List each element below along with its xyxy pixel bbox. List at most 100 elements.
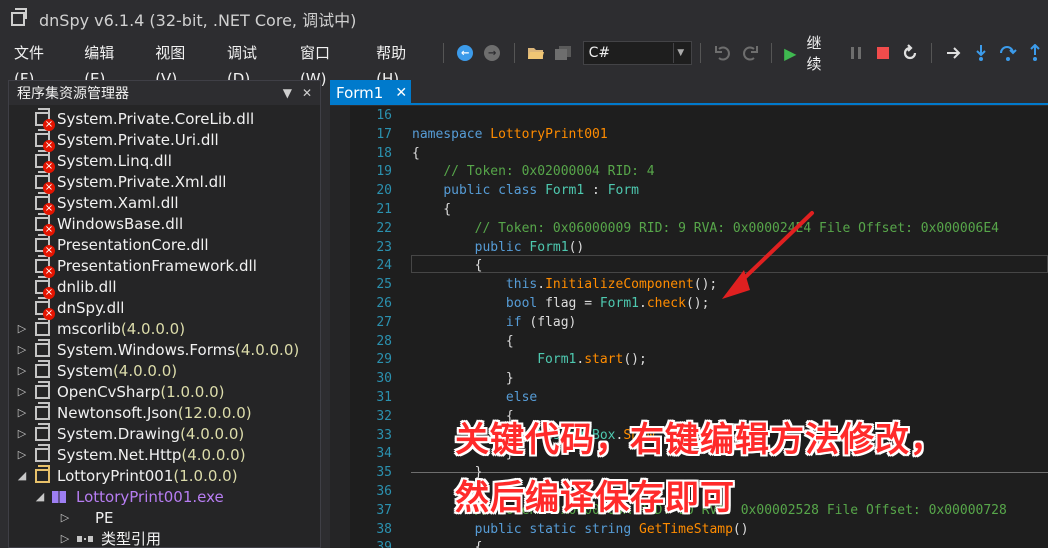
assembly-name: PresentationCore.dll	[57, 235, 209, 254]
menu-edit[interactable]: 编辑(E)	[76, 40, 141, 88]
tree-item[interactable]: ▷ System.Net.Http (4.0.0.0)	[9, 443, 320, 465]
missing-assembly-icon	[35, 254, 55, 278]
tree-item[interactable]: ▷ System.Windows.Forms (4.0.0.0)	[9, 338, 320, 360]
step-over-button[interactable]	[996, 41, 1019, 65]
step-out-button[interactable]	[1023, 41, 1046, 65]
tree-item[interactable]: dnSpy.dll	[9, 296, 320, 320]
caret-right-icon[interactable]: ▷	[16, 448, 28, 461]
line-number: 33	[376, 427, 392, 443]
code-line[interactable]: 27 if (flag)	[350, 313, 1048, 333]
redo-button[interactable]	[738, 41, 761, 65]
code-token: // Token: 0x02000004 RID: 4	[443, 164, 655, 180]
menu-help[interactable]: 帮助(H)	[368, 40, 435, 88]
code-line[interactable]: 38 public static string GetTimeStamp()	[350, 520, 1048, 540]
missing-assembly-icon	[35, 275, 55, 299]
menu-window[interactable]: 窗口(W)	[292, 40, 362, 88]
open-button[interactable]	[525, 41, 548, 65]
save-all-button[interactable]	[552, 41, 575, 65]
caret-down-icon[interactable]: ◢	[34, 490, 46, 503]
navigate-forward-button[interactable]: →	[481, 41, 504, 65]
tree-item[interactable]: System.Private.Uri.dll	[9, 128, 320, 152]
line-number: 29	[376, 352, 392, 368]
tree-child-item[interactable]: ▷ 类型引用	[9, 528, 320, 548]
tree-item[interactable]: ▷ mscorlib (4.0.0.0)	[9, 317, 320, 339]
tree-item[interactable]: PresentationFramework.dll	[9, 254, 320, 278]
tree-item[interactable]: System.Private.CoreLib.dll	[9, 107, 320, 131]
line-number: 25	[376, 277, 392, 293]
tree-item[interactable]: ▷ System.Drawing (4.0.0.0)	[9, 422, 320, 444]
navigate-back-button[interactable]: ←	[454, 41, 477, 65]
stop-button[interactable]	[871, 41, 894, 65]
tree-item[interactable]: ▷ OpenCvSharp (1.0.0.0)	[9, 380, 320, 402]
tree-item[interactable]: PresentationCore.dll	[9, 233, 320, 257]
module-row[interactable]: ◢ LottoryPrint001.exe	[9, 486, 320, 507]
missing-assembly-icon	[35, 296, 55, 320]
tree-item[interactable]: ▷ Newtonsoft.Json (12.0.0.0)	[9, 401, 320, 423]
language-select[interactable]: C# ▼	[582, 41, 693, 65]
code-token: :	[584, 183, 608, 199]
code-token: else	[505, 390, 538, 405]
code-line[interactable]: 19 // Token: 0x02000004 RID: 4	[350, 162, 1048, 182]
tree-item[interactable]: System.Linq.dll	[9, 149, 320, 173]
code-line[interactable]: 16	[350, 106, 1048, 126]
code-line[interactable]: 20 public class Form1 : Form	[350, 181, 1048, 201]
assembly-name: mscorlib	[57, 319, 121, 338]
show-next-statement-button[interactable]	[942, 41, 965, 65]
menu-view[interactable]: 视图(V)	[147, 40, 213, 88]
assembly-name: System.Private.CoreLib.dll	[57, 109, 255, 128]
code-line[interactable]: 17 namespace LottoryPrint001	[350, 125, 1048, 145]
save-all-icon	[555, 46, 572, 60]
code-line[interactable]: 30 }	[350, 369, 1048, 389]
title-bar: dnSpy v6.1.4 (32-bit, .NET Core, 调试中)	[0, 0, 1048, 38]
menu-file[interactable]: 文件(F)	[6, 40, 70, 88]
restart-button[interactable]	[898, 41, 921, 65]
tree-child-item[interactable]: ▷ PE	[9, 507, 320, 528]
tab-form1[interactable]: Form1 ✕	[330, 80, 411, 105]
continue-button[interactable]: ▶ 继续	[784, 32, 834, 74]
pause-button[interactable]	[844, 41, 867, 65]
assembly-tree: System.Private.CoreLib.dll System.Private…	[9, 107, 320, 548]
menu-toolbar: 文件(F) 编辑(E) 视图(V) 调试(D) 窗口(W) 帮助(H) ← → …	[0, 34, 1048, 88]
caret-down-icon[interactable]: ◢	[16, 469, 28, 482]
code-token: {	[412, 540, 483, 548]
caret-right-icon[interactable]: ▷	[16, 322, 28, 335]
code-token: Form1	[545, 183, 585, 199]
code-line[interactable]: 25 this.InitializeComponent();	[350, 275, 1048, 295]
redo-icon	[742, 46, 758, 61]
code-line[interactable]: 24 {	[350, 256, 1048, 276]
caret-right-icon[interactable]: ▷	[59, 532, 71, 545]
code-line[interactable]: 28 {	[350, 332, 1048, 352]
code-line[interactable]: 31 else	[350, 388, 1048, 408]
step-into-button[interactable]	[969, 41, 992, 65]
editor-tab-strip: Form1 ✕	[330, 80, 1048, 105]
tree-item[interactable]: dnlib.dll	[9, 275, 320, 299]
undo-button[interactable]	[711, 41, 734, 65]
close-icon[interactable]: ✕	[395, 85, 407, 101]
code-line[interactable]: 18 {	[350, 144, 1048, 164]
code-line[interactable]: 22 // Token: 0x06000009 RID: 9 RVA: 0x00…	[350, 219, 1048, 239]
code-line[interactable]: 29 Form1.start();	[350, 350, 1048, 370]
close-icon[interactable]: ✕	[302, 86, 312, 100]
code-line[interactable]: 21 {	[350, 200, 1048, 220]
caret-right-icon[interactable]: ▷	[16, 385, 28, 398]
panel-menu-icon[interactable]: ▼	[283, 86, 292, 100]
tree-item[interactable]: System.Private.Xml.dll	[9, 170, 320, 194]
tree-item[interactable]: ◢ LottoryPrint001 (1.0.0.0)	[9, 464, 320, 486]
tree-item[interactable]: System.Xaml.dll	[9, 191, 320, 215]
code-line[interactable]: 39 {	[350, 538, 1048, 548]
code-line[interactable]: 23 public Form1()	[350, 238, 1048, 258]
code-token: {	[412, 333, 514, 349]
caret-right-icon[interactable]: ▷	[16, 343, 28, 356]
caret-right-icon[interactable]: ▷	[16, 406, 28, 419]
menu-debug[interactable]: 调试(D)	[219, 40, 286, 88]
caret-right-icon[interactable]: ▷	[59, 511, 71, 524]
caret-right-icon[interactable]: ▷	[16, 427, 28, 440]
tree-item[interactable]: WindowsBase.dll	[9, 212, 320, 236]
code-line[interactable]: 26 bool flag = Form1.check();	[350, 294, 1048, 314]
caret-right-icon[interactable]: ▷	[16, 364, 28, 377]
tree-item[interactable]: ▷ System (4.0.0.0)	[9, 359, 320, 381]
